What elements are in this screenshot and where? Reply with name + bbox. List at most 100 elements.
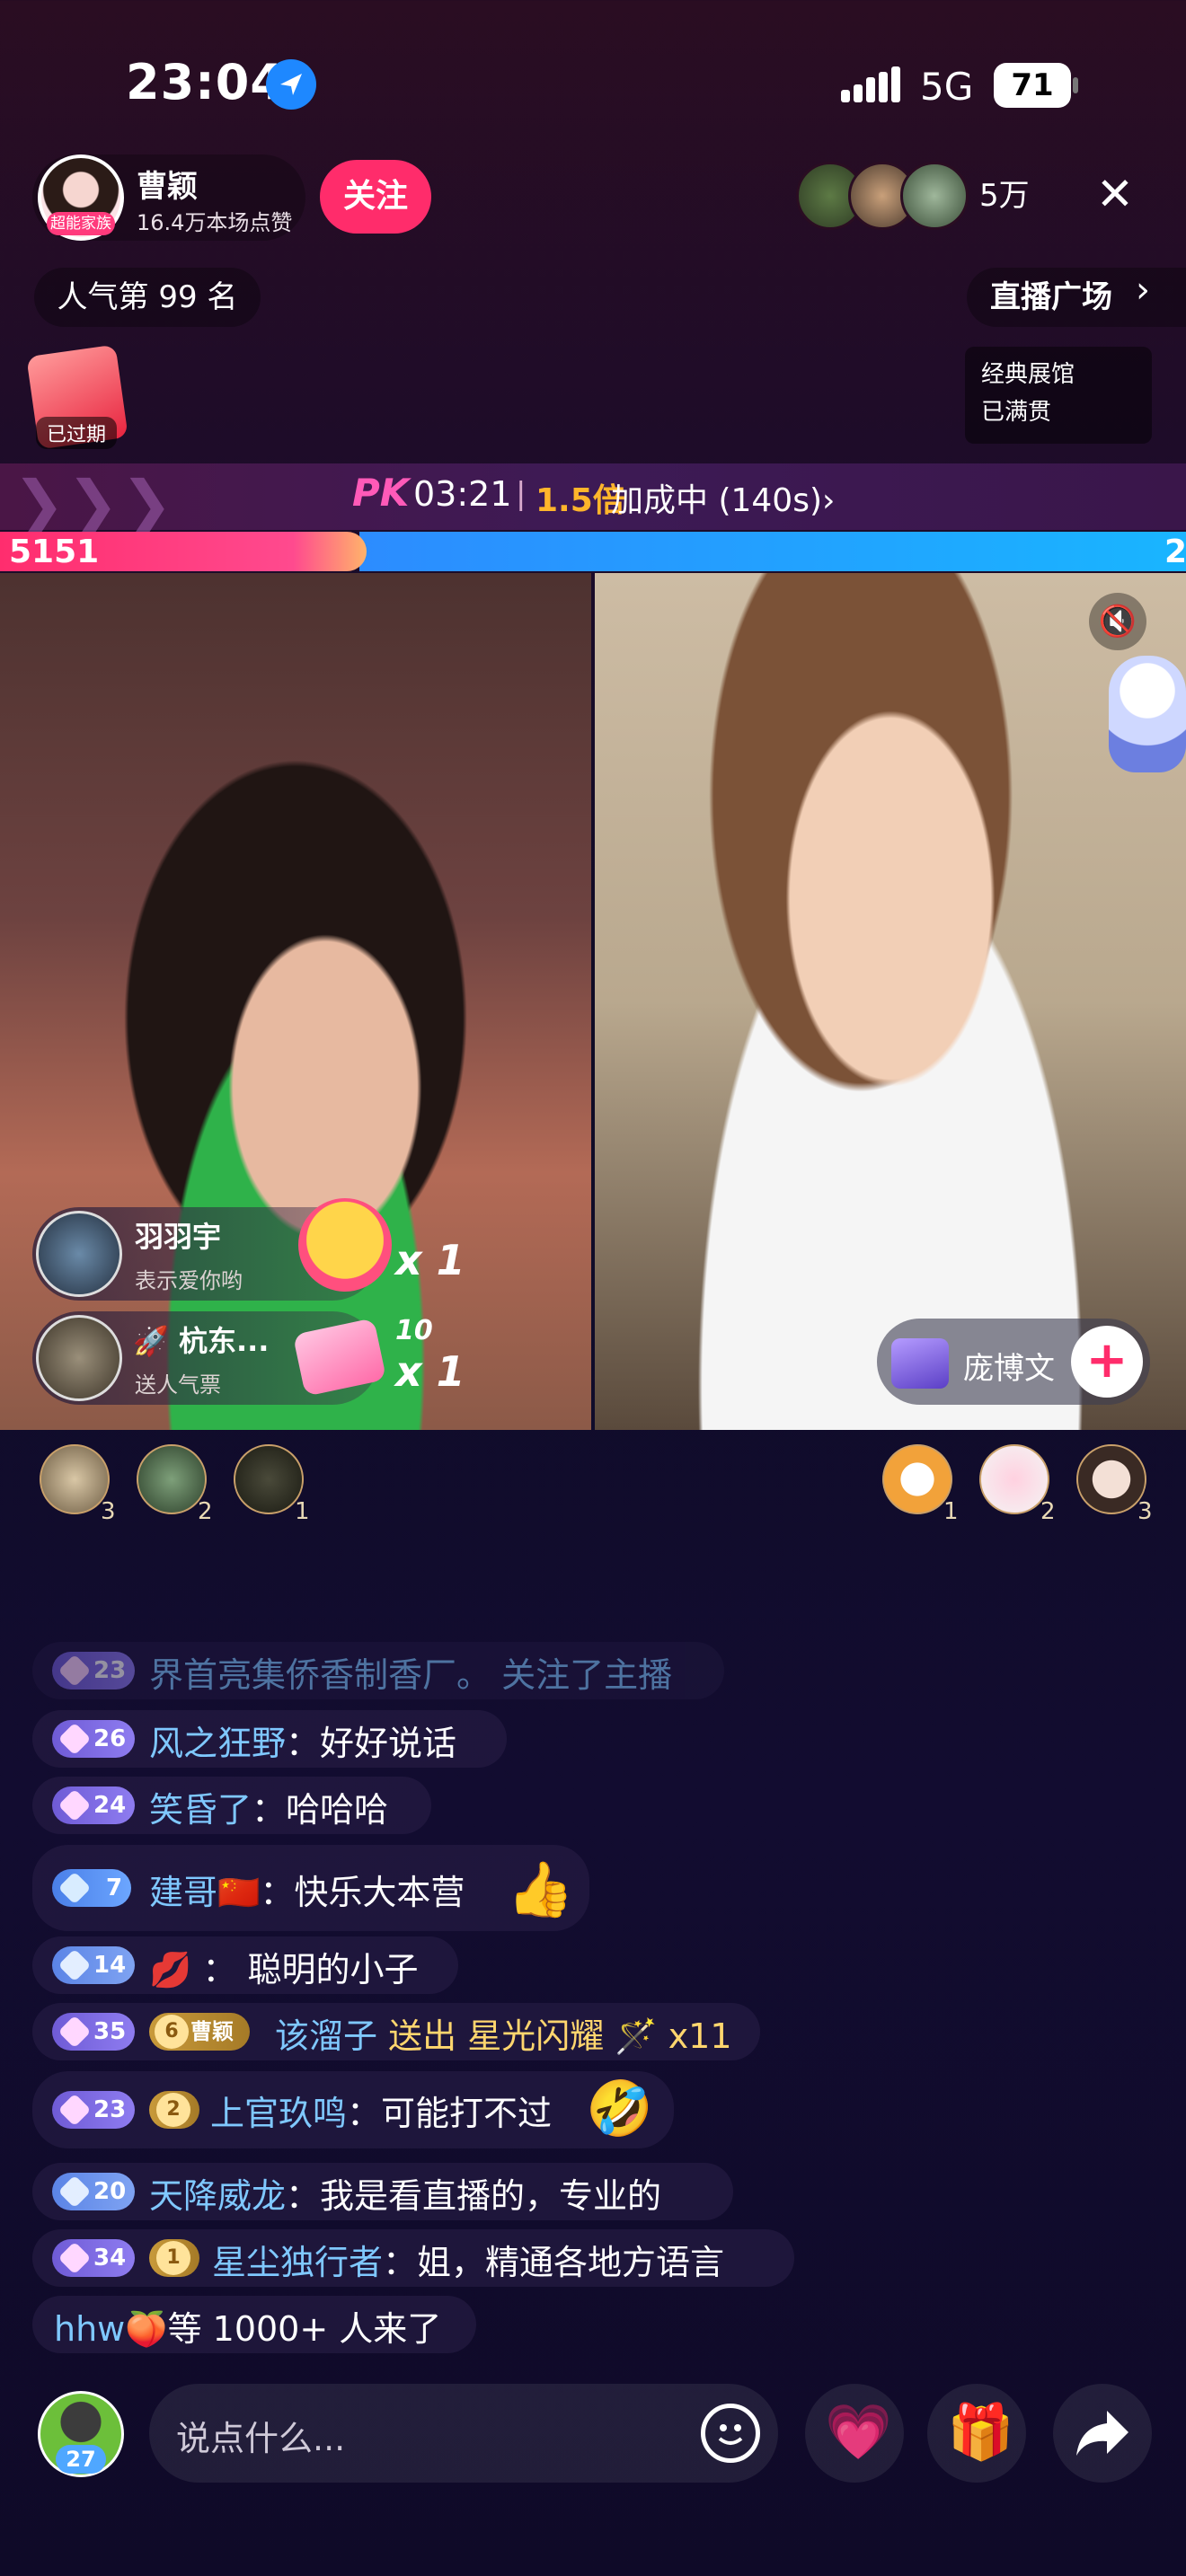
chat-text: 姐，精通各地方语言 (417, 2243, 725, 2282)
interaction-button[interactable]: 💗 (805, 2384, 904, 2483)
follow-opponent-button[interactable]: + (1071, 1326, 1143, 1398)
viewer-count[interactable]: 5万 (979, 171, 1030, 215)
level-badge-icon (891, 1338, 949, 1389)
chat-gift-count: x11 (668, 2016, 732, 2056)
red-packet-label: 已过期 (36, 417, 118, 449)
chat-username: 💋 (149, 1950, 192, 1989)
chat-gift-message[interactable]: 35 曹颖 6 该溜子 送出 星光闪耀 🪄 x11 (32, 2003, 760, 2060)
chat-text: 我是看直播的，专业的 (320, 2176, 662, 2216)
pk-score-bar-right (359, 532, 1186, 571)
join-line: hhw🍑等 1000+ 人来了 (54, 2301, 441, 2351)
host-likes: 16.4万本场点赞 (137, 210, 293, 235)
top-gifter-rank: 2 (1040, 1498, 1056, 1525)
pk-separator: | (516, 476, 527, 512)
close-icon[interactable]: ✕ (1096, 167, 1134, 221)
gift-sender-avatar[interactable] (36, 1211, 122, 1297)
chat-message[interactable]: 23 界首亮集侨香制香厂。 关注了主播 (32, 1642, 724, 1699)
popularity-rank[interactable]: 人气第 99 名 (34, 268, 261, 327)
gift-message: 送人气票 (135, 1372, 221, 1398)
top-gifter-avatar[interactable] (979, 1444, 1049, 1514)
chat-message[interactable]: 23 2 上官玖鸣：可能打不过 🤣 (32, 2071, 674, 2148)
chat-username: 星尘独行者 (212, 2243, 384, 2282)
top-gifter-avatar[interactable] (137, 1444, 207, 1514)
chat-gift-text: 送出 星光闪耀 (388, 2016, 605, 2056)
gift-message: 表示爱你哟 (135, 1268, 243, 1293)
top-gifter-rank: 3 (101, 1498, 116, 1525)
share-button[interactable] (1053, 2384, 1152, 2483)
chat-message[interactable]: 14 💋 ： 聪明的小子 (32, 1936, 458, 1994)
comment-placeholder: 说点什么... (176, 2419, 346, 2458)
chat-line: 界首亮集侨香制香厂。 关注了主播 (149, 1647, 672, 1697)
follow-button[interactable]: 关注 (320, 160, 431, 234)
chat-line: 风之狂野：好好说话 (149, 1724, 457, 1763)
chat-text: 快乐大本营 (294, 1873, 465, 1912)
chat-text: 可能打不过 (381, 2094, 553, 2133)
location-icon (266, 59, 316, 110)
gift-combo: 10 (395, 1315, 433, 1346)
opponent-name[interactable]: 庞博文 (963, 1344, 1055, 1388)
network-type: 5G (920, 65, 974, 109)
opponent-video[interactable] (595, 573, 1186, 1430)
chat-line: 💋 ： 聪明的小子 (149, 1950, 419, 1989)
pk-score-right: 2 (1164, 534, 1186, 570)
gift-sender-name: 羽羽宇 (135, 1220, 222, 1254)
battery-cap (1073, 77, 1078, 93)
exhibition-badge[interactable]: 经典展馆 已满贯 (965, 347, 1152, 444)
chat-username: 笑昏了 (149, 1790, 252, 1830)
viewer-avatar[interactable] (900, 162, 969, 230)
signal-icon (841, 66, 900, 102)
chat-line: 建哥🇨🇳：快乐大本营 (149, 1873, 465, 1912)
share-icon (1076, 2411, 1128, 2456)
join-username: hhw🍑 (54, 2309, 168, 2349)
pk-logo: PK (352, 471, 410, 515)
chat-message[interactable]: 34 1 星尘独行者：姐，精通各地方语言 (32, 2229, 794, 2287)
gift-button[interactable]: 🎁 (927, 2384, 1026, 2483)
chat-line: 星尘独行者：姐，精通各地方语言 (212, 2243, 725, 2282)
chat-message[interactable]: 26 风之狂野：好好说话 (32, 1710, 507, 1768)
pk-status-text: 加成中 (140s) (611, 482, 823, 519)
chat-message[interactable]: 24 笑昏了：哈哈哈 (32, 1777, 431, 1834)
chat-username: 该溜子 (275, 2016, 378, 2056)
exhibition-line2: 已满贯 (981, 399, 1052, 426)
top-gifter-rank: 1 (943, 1498, 959, 1525)
chat-line: 该溜子 送出 星光闪耀 🪄 x11 (275, 2008, 732, 2058)
chat-text: 聪明的小子 (247, 1950, 419, 1989)
status-time: 23:04 (126, 54, 285, 110)
chat-username: 界首亮集侨香制香厂。 (149, 1655, 491, 1695)
join-text: 等 1000+ 人来了 (167, 2309, 442, 2349)
top-gifter-rank: 3 (1137, 1498, 1153, 1525)
heart-icon: 💗 (825, 2401, 892, 2464)
emoji-icon[interactable] (701, 2404, 760, 2463)
host-family-badge: 超能家族 (47, 212, 115, 235)
chevron-right-icon: › (822, 482, 836, 519)
wand-icon: 🪄 (604, 2016, 668, 2056)
chevron-decor-icon: ❯ (120, 467, 173, 541)
gift-count: x 1 (395, 1236, 465, 1284)
top-gifter-avatar[interactable] (1076, 1444, 1146, 1514)
pk-score-left: 5151 (9, 534, 100, 570)
bunny-sticker (1109, 656, 1186, 772)
fan-level: 2 (156, 2093, 190, 2127)
thumbs-up-icon: 👍 (507, 1858, 574, 1921)
laughing-emoji-icon: 🤣 (586, 2078, 653, 2140)
live-plaza-button[interactable]: 直播广场 (967, 268, 1186, 327)
chat-message[interactable]: 7 建哥🇨🇳：快乐大本营 👍 (32, 1845, 589, 1931)
top-gifter-avatar[interactable] (40, 1444, 110, 1514)
chat-line: 笑昏了：哈哈哈 (149, 1790, 389, 1830)
gift-icon: 🎁 (947, 2401, 1014, 2464)
exhibition-line1: 经典展馆 (981, 361, 1075, 388)
chat-message[interactable]: 20 天降威龙：我是看直播的，专业的 (32, 2163, 733, 2220)
host-video[interactable] (0, 573, 591, 1430)
gift-count: x 1 (395, 1347, 465, 1396)
top-gifter-avatar[interactable] (882, 1444, 952, 1514)
top-gifter-avatar[interactable] (234, 1444, 304, 1514)
heart-eyes-gift-icon (298, 1198, 392, 1292)
top-gifter-rank: 1 (295, 1498, 310, 1525)
gift-sender-avatar[interactable] (36, 1315, 122, 1401)
chat-username: 上官玖鸣 (210, 2094, 348, 2133)
chat-text: 关注了主播 (491, 1655, 673, 1695)
host-name[interactable]: 曹颖 (137, 162, 198, 206)
chat-username: 建哥🇨🇳 (149, 1873, 261, 1912)
mute-icon[interactable]: 🔇 (1089, 593, 1146, 650)
chat-line: 天降威龙：我是看直播的，专业的 (149, 2176, 662, 2216)
